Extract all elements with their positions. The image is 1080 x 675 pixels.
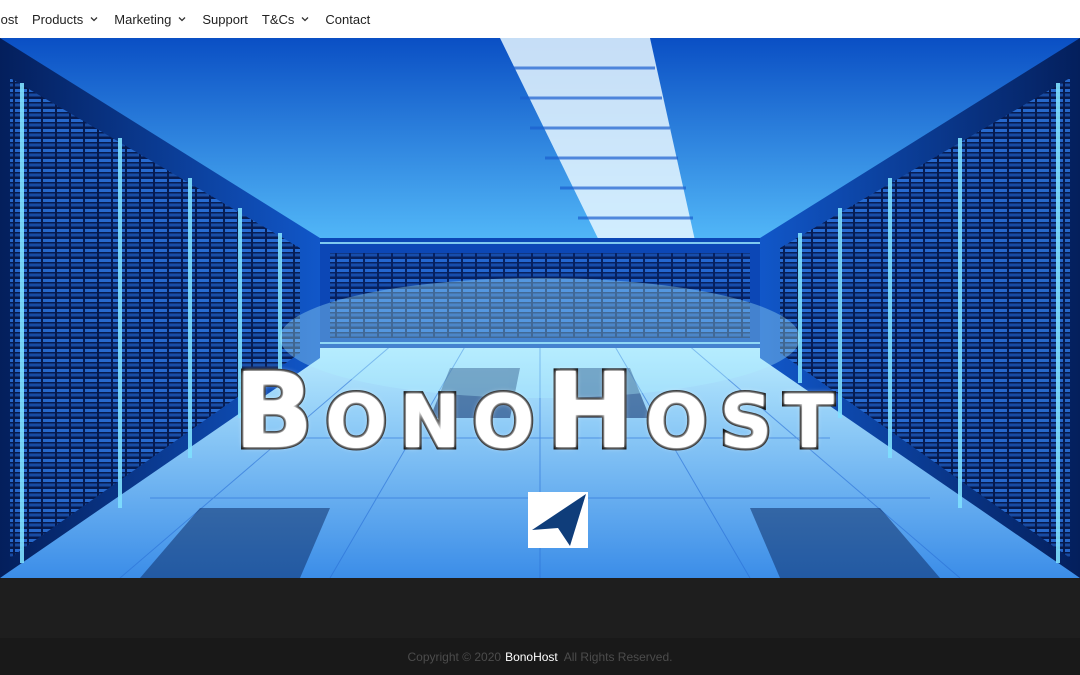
footer-brand-link[interactable]: BonoHost [505,650,558,664]
nav-item-label: Contact [325,11,371,27]
hero-logo-text: BonoHost [232,350,846,472]
nav-item-label: T&Cs [261,11,295,27]
footer-copyright-bar: Copyright © 2020 BonoHost All Rights Res… [0,638,1080,675]
nav-item-support[interactable]: Support [202,0,248,38]
chevron-down-icon [88,13,100,25]
chevron-down-icon [176,13,188,25]
nav-item-marketing[interactable]: Marketing [114,0,188,38]
nav-brand-link[interactable]: oHost [0,0,18,38]
arrow-cursor-icon [528,492,588,548]
rights-text: All Rights Reserved. [563,649,673,664]
chevron-down-icon [299,13,311,25]
nav-item-products[interactable]: Products [32,0,100,38]
hero-banner: BonoHost [0,38,1080,578]
top-navigation: oHost Products Marketing Support T&Cs Co… [0,0,1080,38]
nav-item-label: Support [202,11,248,27]
nav-brand-label: oHost [0,11,18,27]
footer-widget-area [0,578,1080,638]
copyright-text: Copyright © 2020 [407,649,502,664]
nav-item-contact[interactable]: Contact [325,0,370,38]
nav-item-label: Products [31,11,84,27]
nav-item-tcs[interactable]: T&Cs [262,0,312,38]
nav-item-label: Marketing [114,11,172,27]
